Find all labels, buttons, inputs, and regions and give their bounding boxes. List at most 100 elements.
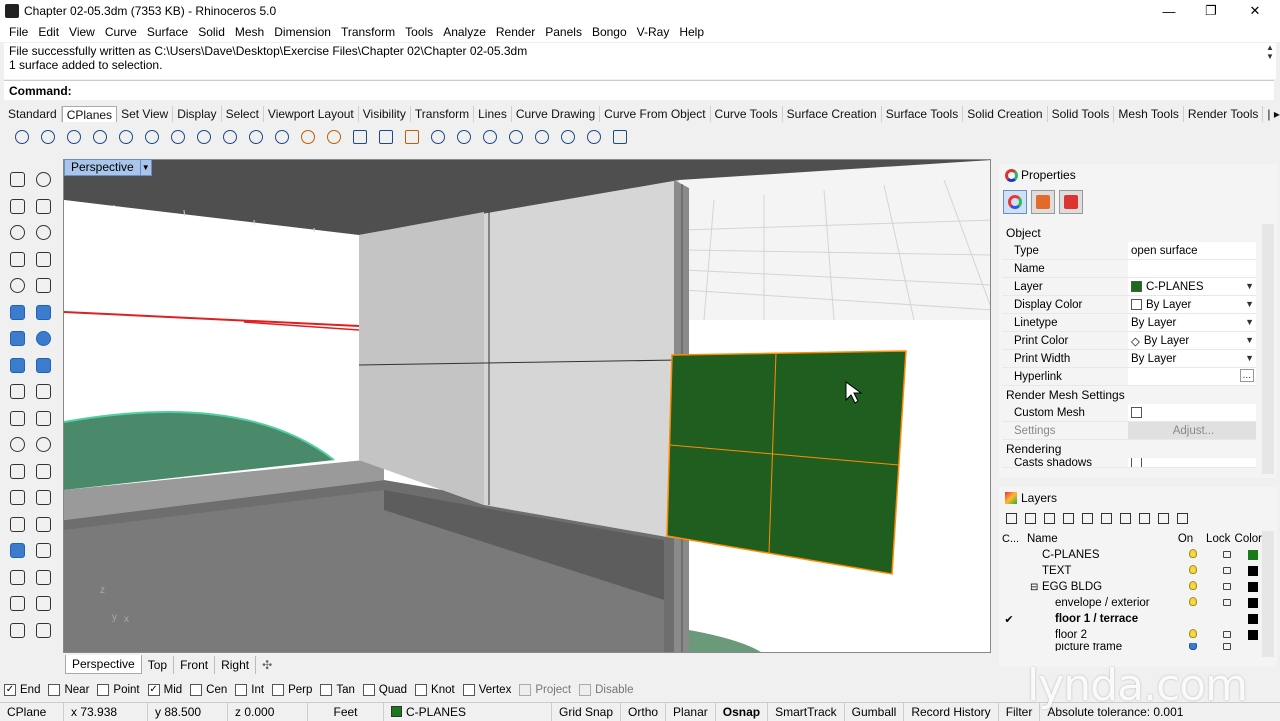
cplane-object-icon[interactable] <box>116 127 134 145</box>
toolbar-tab-viewport-layout[interactable]: Viewport Layout <box>264 106 359 122</box>
unlock-icon[interactable] <box>1210 565 1244 577</box>
open-cplane-icon[interactable] <box>402 127 420 145</box>
menu-analyze[interactable]: Analyze <box>438 25 491 39</box>
unlock-icon[interactable] <box>1210 643 1244 651</box>
layer-select[interactable]: C-PLANES ▼ <box>1128 278 1256 295</box>
cplane-curve-icon[interactable] <box>142 127 160 145</box>
command-line[interactable]: Command: <box>4 80 1274 100</box>
toolbar-tab-lines[interactable]: Lines <box>474 106 512 122</box>
cplane-origin-icon[interactable] <box>12 127 30 145</box>
layer-color-swatch[interactable] <box>1244 614 1262 624</box>
menu-bongo[interactable]: Bongo <box>587 25 632 39</box>
rebuild-icon[interactable] <box>32 460 54 482</box>
print-color-select[interactable]: ◇ By Layer ▼ <box>1128 332 1256 349</box>
menu-tools[interactable]: Tools <box>400 25 438 39</box>
layer-states-icon[interactable] <box>1136 510 1152 526</box>
cplane-redo-icon[interactable] <box>324 127 342 145</box>
cplane-undo-icon[interactable] <box>298 127 316 145</box>
gumball-toggle[interactable]: Gumball <box>845 702 905 721</box>
polyline-icon[interactable] <box>6 195 28 217</box>
toolbar-tab-solid-tools[interactable]: Solid Tools <box>1048 106 1115 122</box>
osnap-disable[interactable]: Disable <box>579 684 633 696</box>
curve-icon[interactable] <box>32 195 54 217</box>
boolean-icon[interactable] <box>6 433 28 455</box>
fillet-icon[interactable] <box>6 460 28 482</box>
osnap-perp-checkbox[interactable] <box>272 684 285 696</box>
linetype-select[interactable]: By Layer ▼ <box>1128 314 1256 331</box>
arc-icon[interactable] <box>32 221 54 243</box>
rendering-icon[interactable] <box>32 619 54 641</box>
array-icon[interactable] <box>6 513 28 535</box>
osnap-mid-checkbox[interactable]: ✓ <box>147 684 160 696</box>
casts-shadows-checkbox[interactable] <box>1131 458 1142 467</box>
osnap-vertex-checkbox[interactable] <box>462 684 475 696</box>
osnap-near-checkbox[interactable] <box>48 684 61 696</box>
custom-mesh-checkbox[interactable] <box>1131 407 1142 418</box>
add-viewport-tab-icon[interactable]: ✣ <box>256 656 278 674</box>
cplane-cursor-icon[interactable] <box>584 127 602 145</box>
cplane-elevation-icon[interactable] <box>38 127 56 145</box>
col-name[interactable]: Name <box>1027 533 1169 545</box>
chevron-down-icon[interactable]: ▼ <box>1245 335 1254 345</box>
extrude-icon[interactable] <box>32 301 54 323</box>
hyperlink-browse-button[interactable]: ... <box>1239 369 1254 382</box>
menu-panels[interactable]: Panels <box>540 25 587 39</box>
minimize-button[interactable]: — <box>1146 0 1192 22</box>
chevron-down-icon[interactable]: ▼ <box>1245 353 1254 363</box>
layer-color-swatch[interactable] <box>1244 550 1262 560</box>
adjust-button[interactable]: Adjust... <box>1128 422 1256 439</box>
box-icon[interactable] <box>6 327 28 349</box>
grid-array-icon[interactable] <box>6 566 28 588</box>
group-icon[interactable] <box>32 433 54 455</box>
name-field[interactable] <box>1128 260 1256 277</box>
history-scrollbar[interactable]: ▲ ▼ <box>1264 43 1276 79</box>
status-cplane[interactable]: CPlane <box>0 702 64 721</box>
text-icon[interactable] <box>6 486 28 508</box>
toolbar-tab-mesh-tools[interactable]: Mesh Tools <box>1114 106 1184 122</box>
new-layer-icon[interactable] <box>1003 510 1019 526</box>
chevron-down-icon[interactable]: ▼ <box>1245 317 1254 327</box>
light-icon[interactable] <box>6 380 28 402</box>
menu-surface[interactable]: Surface <box>142 25 193 39</box>
layer-row[interactable]: envelope / exterior <box>1002 595 1262 611</box>
layer-color-swatch[interactable] <box>1244 566 1262 576</box>
toolbar-tab-render-tools[interactable]: Render Tools <box>1184 106 1264 122</box>
osnap-point-checkbox[interactable] <box>97 684 110 696</box>
tools-icon[interactable] <box>1155 510 1171 526</box>
status-units[interactable]: Feet <box>308 702 384 721</box>
osnap-knot[interactable]: Knot <box>415 684 455 696</box>
fillet-curve-icon[interactable] <box>32 274 54 296</box>
hyperlink-field[interactable]: ... <box>1128 368 1256 385</box>
layer-row[interactable]: ⊟ EGG BLDG <box>1002 579 1262 595</box>
circle-icon[interactable] <box>6 221 28 243</box>
viewport-tab-right[interactable]: Right <box>215 655 257 674</box>
toolbar-tab-display[interactable]: Display <box>173 106 222 122</box>
toolbar-tab-curve-tools[interactable]: Curve Tools <box>711 106 783 122</box>
ellipse-icon[interactable] <box>6 248 28 270</box>
cplane-3point-icon[interactable] <box>168 127 186 145</box>
osnap-disable-checkbox[interactable] <box>579 684 592 696</box>
material-icon[interactable] <box>6 619 28 641</box>
cplane-world-right-icon[interactable] <box>272 127 290 145</box>
toolbar-tab-curve-drawing[interactable]: Curve Drawing <box>512 106 601 122</box>
display-color-select[interactable]: By Layer ▼ <box>1128 296 1256 313</box>
move-to-parent-icon[interactable] <box>1098 510 1114 526</box>
properties-scrollbar[interactable] <box>1262 224 1274 474</box>
render-box-icon[interactable] <box>6 539 28 561</box>
menu-transform[interactable]: Transform <box>336 25 400 39</box>
cylinder-icon[interactable] <box>6 354 28 376</box>
surface-icon[interactable] <box>6 301 28 323</box>
toolbar-tab-surface-tools[interactable]: Surface Tools <box>882 106 964 122</box>
sphere-icon[interactable] <box>32 327 54 349</box>
unlock-icon[interactable] <box>1210 549 1244 561</box>
col-on[interactable]: On <box>1169 533 1202 545</box>
filter-icon[interactable] <box>1117 510 1133 526</box>
toolbar-tab-transform[interactable]: Transform <box>411 106 475 122</box>
toolbar-tab-standard[interactable]: Standard <box>4 106 62 122</box>
maximize-button[interactable]: ❐ <box>1188 0 1234 22</box>
osnap-tan-checkbox[interactable] <box>320 684 333 696</box>
help-icon[interactable] <box>1174 510 1190 526</box>
lightbulb-icon[interactable] <box>1176 643 1210 651</box>
close-button[interactable]: ✕ <box>1232 0 1278 22</box>
viewport-title[interactable]: Perspective ▼ <box>64 159 152 176</box>
